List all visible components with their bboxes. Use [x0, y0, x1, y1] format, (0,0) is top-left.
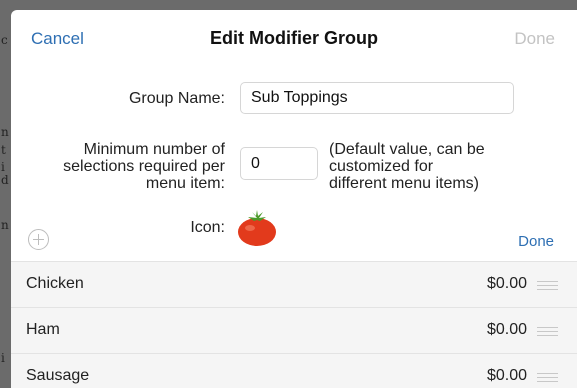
minimum-selections-note: (Default value, can be customized for di…: [329, 141, 485, 192]
reorder-handle-icon[interactable]: [537, 327, 558, 336]
background-text-fragment: n: [1, 218, 9, 232]
background-text-fragment: i: [1, 160, 5, 174]
done-button[interactable]: Done: [514, 29, 555, 49]
background-text-fragment: n: [1, 125, 9, 139]
minimum-selections-label-line: Minimum number of: [83, 141, 225, 158]
group-name-field[interactable]: Sub Toppings: [240, 82, 514, 114]
list-item[interactable]: Ham $0.00: [11, 307, 577, 353]
list-item[interactable]: Chicken $0.00: [11, 261, 577, 307]
navigation-bar: Cancel Edit Modifier Group Done: [11, 10, 577, 68]
group-name-value: Sub Toppings: [251, 89, 348, 106]
list-item[interactable]: Sausage $0.00: [11, 353, 577, 388]
edit-modifier-group-sheet: Cancel Edit Modifier Group Done Group Na…: [11, 10, 577, 388]
tomato-icon[interactable]: [236, 208, 278, 248]
minimum-selections-label-line: selections required per: [63, 158, 225, 175]
background-text-fragment: i: [1, 351, 5, 365]
modifier-price: $0.00: [486, 321, 527, 338]
modifier-list: Chicken $0.00 Ham $0.00 Sausage $0.00: [11, 261, 577, 388]
minimum-selections-note-line: (Default value, can be: [329, 141, 485, 158]
minimum-selections-field[interactable]: 0: [240, 147, 318, 180]
minimum-selections-label: Minimum number of selections required pe…: [11, 141, 225, 192]
group-name-label: Group Name:: [128, 90, 225, 107]
modifier-name: Chicken: [26, 275, 84, 292]
background-text-fragment: t: [1, 143, 6, 157]
background-text-fragment: d: [1, 173, 9, 187]
modifier-name: Ham: [26, 321, 60, 338]
minimum-selections-value: 0: [251, 154, 260, 172]
reorder-handle-icon[interactable]: [537, 373, 558, 382]
minimum-selections-note-line: customized for: [329, 158, 434, 175]
minimum-selections-note-line: different menu items): [329, 175, 479, 192]
modifier-price: $0.00: [486, 367, 527, 384]
minimum-selections-label-line: menu item:: [145, 175, 225, 192]
background-text-fragment: c: [1, 33, 8, 47]
add-modifier-icon[interactable]: [28, 229, 49, 250]
modifier-price: $0.00: [486, 275, 527, 292]
modifier-name: Sausage: [26, 367, 90, 384]
page-title: Edit Modifier Group: [210, 28, 378, 48]
list-done-button[interactable]: Done: [518, 233, 554, 250]
reorder-handle-icon[interactable]: [537, 281, 558, 290]
